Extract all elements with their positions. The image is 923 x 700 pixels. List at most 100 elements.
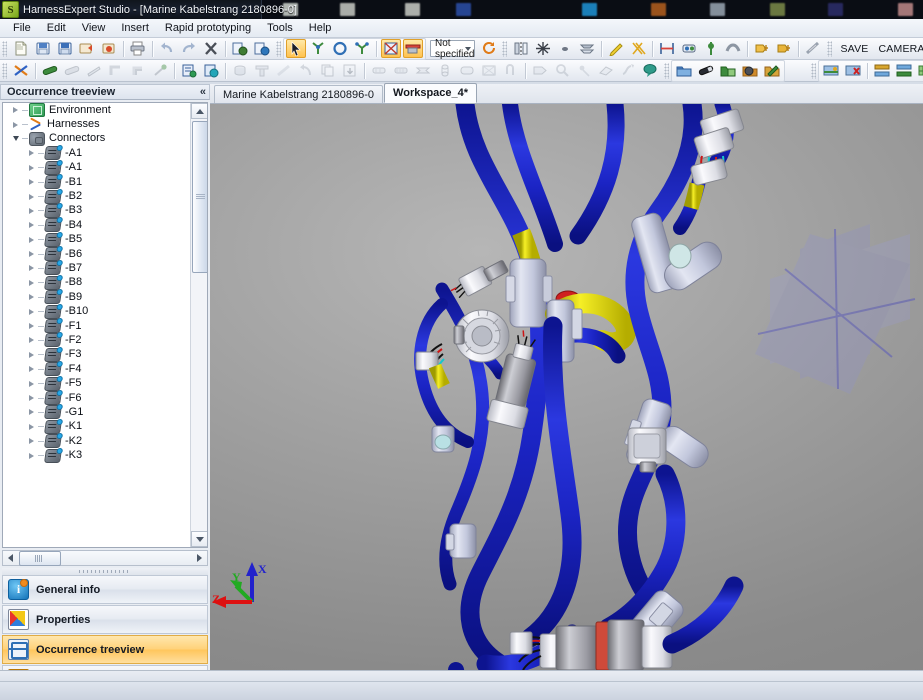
new-document-button[interactable] bbox=[11, 39, 31, 58]
taskbar-icon[interactable] bbox=[582, 3, 597, 16]
tree-expand-toggle[interactable] bbox=[25, 453, 38, 459]
tree-item[interactable]: -K2 bbox=[3, 434, 191, 448]
tree-item[interactable]: -K3 bbox=[3, 448, 191, 462]
tree-item[interactable]: -K1 bbox=[3, 420, 191, 434]
tree-expand-toggle[interactable] bbox=[25, 409, 38, 415]
tree-item[interactable]: -F5 bbox=[3, 376, 191, 390]
tree-item[interactable]: -A1 bbox=[3, 161, 191, 175]
tree-horizontal-scrollbar[interactable] bbox=[2, 550, 208, 566]
tree-item[interactable]: -B4 bbox=[3, 218, 191, 232]
scroll-up-button[interactable] bbox=[191, 103, 208, 119]
camera-label[interactable]: CAMERA bbox=[874, 43, 923, 55]
corner-tool-button[interactable] bbox=[106, 61, 126, 80]
tree-item[interactable]: -F2 bbox=[3, 333, 191, 347]
tree-item[interactable]: -B2 bbox=[3, 189, 191, 203]
toolbar-grip[interactable] bbox=[664, 63, 669, 79]
print-button[interactable] bbox=[128, 39, 148, 58]
tree-item[interactable]: -B5 bbox=[3, 233, 191, 247]
grommet-button[interactable] bbox=[530, 61, 550, 80]
tree-item[interactable]: -G1 bbox=[3, 405, 191, 419]
taskbar-icon[interactable] bbox=[828, 3, 843, 16]
scroll-down-button[interactable] bbox=[191, 531, 208, 547]
new-folder-button[interactable] bbox=[674, 61, 694, 80]
mirror-button[interactable] bbox=[511, 39, 531, 58]
tree-item[interactable]: -B6 bbox=[3, 247, 191, 261]
protect-add-button[interactable] bbox=[752, 39, 772, 58]
menu-help[interactable]: Help bbox=[301, 20, 340, 36]
rotate-button[interactable] bbox=[296, 61, 316, 80]
tree-item[interactable]: -F6 bbox=[3, 391, 191, 405]
cylinder-button[interactable] bbox=[230, 61, 250, 80]
refresh-view-button[interactable] bbox=[252, 39, 272, 58]
sheet-button[interactable] bbox=[596, 61, 616, 80]
nav-button-general-info[interactable]: General info bbox=[2, 575, 208, 604]
black-marker-button[interactable] bbox=[696, 61, 716, 80]
shrink-button[interactable] bbox=[413, 61, 433, 80]
point-button[interactable] bbox=[555, 39, 575, 58]
duplicate-button[interactable] bbox=[318, 61, 338, 80]
pen-folder-button[interactable] bbox=[762, 61, 782, 80]
3d-viewport[interactable]: X Y Z bbox=[210, 104, 923, 670]
layers-button[interactable] bbox=[577, 39, 597, 58]
board-merge-button[interactable] bbox=[894, 61, 914, 80]
menu-insert[interactable]: Insert bbox=[113, 20, 157, 36]
tree-item[interactable]: Harnesses bbox=[3, 117, 191, 131]
tree-expand-toggle[interactable] bbox=[25, 179, 38, 185]
scroll-left-button[interactable] bbox=[3, 551, 18, 565]
taskbar-icon[interactable] bbox=[456, 3, 471, 16]
reload-button[interactable] bbox=[479, 39, 499, 58]
dimension-button[interactable] bbox=[657, 39, 677, 58]
tree-expand-toggle[interactable] bbox=[25, 208, 38, 214]
sleeve-button[interactable] bbox=[435, 61, 455, 80]
corner2-tool-button[interactable] bbox=[128, 61, 148, 80]
hscrollbar-thumb[interactable] bbox=[19, 551, 61, 566]
filter-dropdown[interactable]: Not specified bbox=[430, 40, 475, 57]
dock-splitter[interactable] bbox=[2, 568, 208, 575]
toolbar-grip[interactable] bbox=[827, 41, 832, 57]
tube-tool-button[interactable] bbox=[62, 61, 82, 80]
wrap-button[interactable] bbox=[457, 61, 477, 80]
import-button[interactable] bbox=[77, 39, 97, 58]
node-tool-button[interactable] bbox=[150, 61, 170, 80]
toolbar-grip[interactable] bbox=[2, 41, 7, 57]
delete-button[interactable] bbox=[201, 39, 221, 58]
tree-expand-toggle[interactable] bbox=[9, 122, 22, 128]
tree-expand-toggle[interactable] bbox=[25, 381, 38, 387]
tree-item[interactable]: -B7 bbox=[3, 261, 191, 275]
label-button[interactable] bbox=[640, 61, 660, 80]
import-part-button[interactable] bbox=[340, 61, 360, 80]
menu-tools[interactable]: Tools bbox=[259, 20, 301, 36]
green-folder-button[interactable] bbox=[718, 61, 738, 80]
tree-expand-toggle[interactable] bbox=[25, 237, 38, 243]
protect-add2-button[interactable] bbox=[774, 39, 794, 58]
tree-item[interactable]: -F3 bbox=[3, 348, 191, 362]
board-split-button[interactable] bbox=[872, 61, 892, 80]
toolbar-grip[interactable] bbox=[2, 63, 7, 79]
taskbar-icon[interactable] bbox=[340, 3, 355, 16]
tube-b-button[interactable] bbox=[391, 61, 411, 80]
select-node-tool[interactable] bbox=[308, 39, 328, 58]
measure-line-button[interactable] bbox=[606, 39, 626, 58]
tree-item[interactable]: Environment bbox=[3, 103, 191, 117]
tree-scroll-area[interactable]: EnvironmentHarnessesConnectors-A1-A1-B1-… bbox=[3, 103, 191, 547]
tube-a-button[interactable] bbox=[369, 61, 389, 80]
export-button[interactable] bbox=[99, 39, 119, 58]
fix-point-button[interactable] bbox=[701, 39, 721, 58]
tree-expand-toggle[interactable] bbox=[25, 395, 38, 401]
taskbar-icon[interactable] bbox=[651, 3, 666, 16]
taskbar-icon[interactable] bbox=[710, 3, 725, 16]
toolbar-grip[interactable] bbox=[276, 41, 281, 57]
tree-collapse-toggle[interactable] bbox=[9, 136, 22, 141]
tree-expand-toggle[interactable] bbox=[25, 150, 38, 156]
tree-expand-toggle[interactable] bbox=[25, 265, 38, 271]
tree-expand-toggle[interactable] bbox=[25, 438, 38, 444]
clip-button[interactable] bbox=[501, 61, 521, 80]
taskbar-icon[interactable] bbox=[898, 3, 913, 16]
select-ring-tool[interactable] bbox=[330, 39, 350, 58]
toggle-grid-button[interactable] bbox=[381, 39, 401, 58]
select-branch-tool[interactable] bbox=[352, 39, 372, 58]
tree-expand-toggle[interactable] bbox=[25, 194, 38, 200]
twist-button[interactable] bbox=[618, 61, 638, 80]
braid-button[interactable] bbox=[479, 61, 499, 80]
tree-item[interactable]: -B8 bbox=[3, 276, 191, 290]
